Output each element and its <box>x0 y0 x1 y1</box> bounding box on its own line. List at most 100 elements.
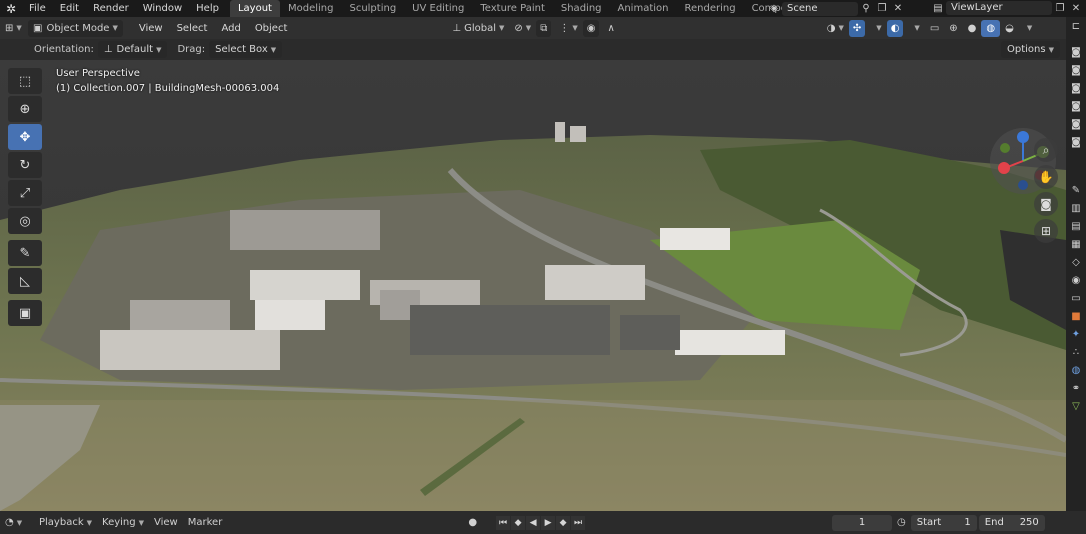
move-tool-icon[interactable]: ✥ <box>8 124 42 150</box>
zoom-icon[interactable]: ⌕ <box>1034 138 1058 162</box>
camera-small-icon[interactable]: ◙ <box>1066 61 1086 79</box>
view-layer-icon[interactable]: ▤ <box>930 1 946 15</box>
mode-dropdown[interactable]: ▣ Object Mode ▼ <box>28 19 123 37</box>
scene-properties-icon[interactable]: ◇ <box>1066 253 1086 271</box>
camera-small-icon[interactable]: ◙ <box>1066 115 1086 133</box>
transform-orientation-dropdown[interactable]: ⊥ Global ▼ <box>447 20 509 37</box>
prev-keyframe-icon[interactable]: ◆ <box>511 515 526 530</box>
menu-marker[interactable]: Marker <box>183 517 228 528</box>
shading-rendered-icon[interactable]: ◒ <box>1000 20 1019 37</box>
orientation-value: Default <box>116 44 154 55</box>
menu-add[interactable]: Add <box>214 23 247 34</box>
scene-name-field[interactable]: Scene <box>782 1 858 16</box>
shading-dropdown-icon[interactable]: ▼ <box>1019 20 1037 37</box>
menu-file[interactable]: File <box>22 0 53 17</box>
output-properties-icon[interactable]: ▤ <box>1066 217 1086 235</box>
xray-icon[interactable]: ▭ <box>925 20 944 37</box>
shading-wireframe-icon[interactable]: ⊕ <box>944 20 962 37</box>
editor-type-icon[interactable]: ⊞ ▼ <box>0 20 28 37</box>
clock-icon[interactable]: ◷ <box>892 517 911 528</box>
constraints-properties-icon[interactable]: ⚭ <box>1066 379 1086 397</box>
scene-icon[interactable]: ◈ <box>766 2 782 16</box>
camera-icon[interactable]: ◙ <box>1034 192 1058 216</box>
pan-hand-icon[interactable]: ✋ <box>1034 165 1058 189</box>
shading-solid-icon[interactable]: ● <box>963 20 982 37</box>
perspective-grid-icon[interactable]: ⊞ <box>1034 219 1058 243</box>
tab-uv-editing[interactable]: UV Editing <box>404 0 472 17</box>
menu-keying[interactable]: Keying ▼ <box>97 517 149 528</box>
camera-small-icon[interactable]: ◙ <box>1066 97 1086 115</box>
start-frame-field[interactable]: Start 1 <box>910 514 977 531</box>
orientation-dropdown[interactable]: ⊥ Default ▼ <box>97 41 168 58</box>
particles-properties-icon[interactable]: ∴ <box>1066 343 1086 361</box>
close-icon[interactable]: ✕ <box>1068 1 1084 15</box>
current-frame-field[interactable]: 1 <box>832 514 893 531</box>
menu-render[interactable]: Render <box>86 0 136 17</box>
select-box-tool-icon[interactable]: ⬚ <box>8 68 42 94</box>
collection-properties-icon[interactable]: ▭ <box>1066 289 1086 307</box>
view-layer-field[interactable]: ViewLayer <box>946 1 1052 15</box>
tab-sculpting[interactable]: Sculpting <box>341 0 404 17</box>
render-properties-icon[interactable]: ▥ <box>1066 199 1086 217</box>
measure-tool-icon[interactable]: ◺ <box>8 268 42 294</box>
overlays-toggle-icon[interactable]: ◐ <box>886 19 904 37</box>
camera-small-icon[interactable]: ◙ <box>1066 133 1086 151</box>
jump-start-icon[interactable]: ⏮ <box>496 515 511 530</box>
annotate-tool-icon[interactable]: ✎ <box>8 240 42 266</box>
menu-edit[interactable]: Edit <box>53 0 86 17</box>
camera-small-icon[interactable]: ◙ <box>1066 79 1086 97</box>
physics-properties-icon[interactable]: ◍ <box>1066 361 1086 379</box>
rotate-tool-icon[interactable]: ↻ <box>8 152 42 178</box>
play-icon[interactable]: ▶ <box>541 515 556 530</box>
jump-end-icon[interactable]: ⏭ <box>571 515 586 530</box>
pin-icon[interactable]: ⚲ <box>858 2 874 16</box>
tab-shading[interactable]: Shading <box>553 0 610 17</box>
outliner-collapse-icon[interactable]: ⊏ <box>1066 17 1086 35</box>
end-frame-field[interactable]: End 250 <box>978 514 1045 531</box>
falloff-icon[interactable]: ∧ <box>602 20 619 37</box>
pivot-point-icon[interactable]: ⊘ ▼ <box>509 20 536 37</box>
transform-tool-icon[interactable]: ◎ <box>8 208 42 234</box>
tab-texture-paint[interactable]: Texture Paint <box>472 0 553 17</box>
cursor-tool-icon[interactable]: ⊕ <box>8 96 42 122</box>
tab-rendering[interactable]: Rendering <box>676 0 743 17</box>
proportional-edit-icon[interactable]: ◉ <box>582 19 600 37</box>
menu-help[interactable]: Help <box>189 0 226 17</box>
shading-material-icon[interactable]: ◍ <box>981 19 1001 37</box>
drag-dropdown[interactable]: Select Box ▼ <box>209 41 283 58</box>
snap-toggle-icon[interactable]: ⧉ <box>536 19 552 37</box>
timeline-editor-icon[interactable]: ◔ ▼ <box>0 517 34 528</box>
tool-properties-icon[interactable]: ✎ <box>1066 181 1086 199</box>
camera-small-icon[interactable]: ◙ <box>1066 43 1086 61</box>
gizmo-dropdown-icon[interactable]: ▼ <box>868 20 886 37</box>
blender-logo-icon[interactable]: ✲ <box>0 0 22 17</box>
overlays-dropdown-icon[interactable]: ▼ <box>906 20 924 37</box>
object-properties-icon[interactable]: ■ <box>1066 307 1086 325</box>
snap-target-icon[interactable]: ⋮ ▼ <box>554 20 582 37</box>
menu-playback[interactable]: Playback ▼ <box>34 517 97 528</box>
next-keyframe-icon[interactable]: ◆ <box>556 515 571 530</box>
menu-object[interactable]: Object <box>248 23 295 34</box>
view-layer-properties-icon[interactable]: ▦ <box>1066 235 1086 253</box>
menu-timeline-view[interactable]: View <box>149 517 183 528</box>
visibility-icon[interactable]: ◑ ▼ <box>822 20 849 37</box>
gizmo-toggle-icon[interactable]: ✣ <box>848 19 866 37</box>
play-reverse-icon[interactable]: ◀ <box>526 515 541 530</box>
tab-modeling[interactable]: Modeling <box>280 0 342 17</box>
tab-animation[interactable]: Animation <box>610 0 677 17</box>
3d-viewport[interactable]: User Perspective (1) Collection.007 | Bu… <box>0 60 1066 511</box>
tab-layout[interactable]: Layout <box>229 0 280 17</box>
options-dropdown[interactable]: Options ▼ <box>1001 41 1060 58</box>
menu-window[interactable]: Window <box>136 0 189 17</box>
add-cube-tool-icon[interactable]: ▣ <box>8 300 42 326</box>
modifier-properties-icon[interactable]: ✦ <box>1066 325 1086 343</box>
menu-view[interactable]: View <box>132 23 170 34</box>
data-properties-icon[interactable]: ▽ <box>1066 397 1086 415</box>
scale-tool-icon[interactable]: ⤢ <box>8 180 42 206</box>
duplicate-icon[interactable]: ❐ <box>874 2 890 16</box>
duplicate-icon[interactable]: ❐ <box>1052 1 1068 15</box>
close-icon[interactable]: ✕ <box>890 2 906 16</box>
record-keyframe-icon[interactable]: ● <box>463 517 482 528</box>
menu-select[interactable]: Select <box>170 23 215 34</box>
world-properties-icon[interactable]: ◉ <box>1066 271 1086 289</box>
